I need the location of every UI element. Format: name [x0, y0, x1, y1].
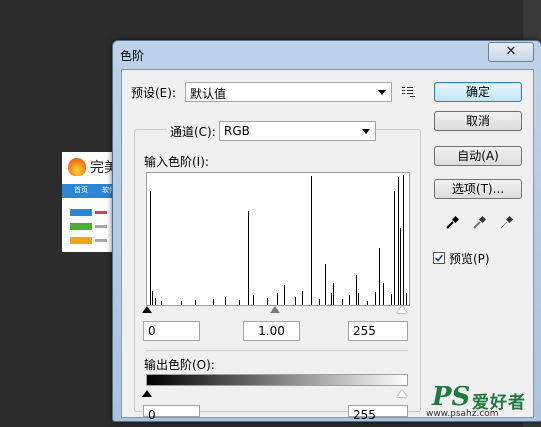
levels-dialog: 色阶 ✕ 预设(E): 默认值 确定 取消 自动(A) 选项(T)... 预览(…: [112, 40, 541, 422]
input-levels-label: 输入色阶(I):: [144, 155, 209, 169]
channel-select[interactable]: RGB: [219, 121, 376, 141]
ok-button[interactable]: 确定: [434, 82, 522, 102]
channel-value: RGB: [224, 124, 250, 138]
histogram-graph: [150, 175, 407, 305]
dialog-client-area: 预设(E): 默认值 确定 取消 自动(A) 选项(T)... 预览(P) 通道…: [121, 69, 534, 421]
options-button[interactable]: 选项(T)...: [434, 179, 522, 199]
background-tag: [70, 223, 92, 230]
preset-label: 预设(E):: [131, 86, 176, 100]
background-text-line: [95, 211, 107, 214]
background-nav-item: 首页: [74, 186, 88, 194]
output-black-value: 0: [148, 408, 156, 422]
watermark-ps: PS: [432, 382, 471, 412]
output-black-field[interactable]: 0: [143, 405, 200, 421]
chevron-down-icon: [362, 129, 370, 134]
black-point-eyedropper-icon[interactable]: [445, 214, 461, 230]
gray-point-eyedropper-icon[interactable]: [472, 214, 488, 230]
preset-select[interactable]: 默认值: [185, 82, 392, 102]
white-point-eyedropper-icon[interactable]: [499, 214, 515, 230]
input-black-field[interactable]: 0: [143, 321, 200, 341]
preset-value: 默认值: [190, 87, 227, 101]
output-white-value: 255: [353, 408, 376, 422]
output-levels-label: 输出色阶(O):: [144, 358, 215, 372]
auto-button[interactable]: 自动(A): [434, 146, 522, 166]
preset-options-menu-icon[interactable]: [402, 86, 416, 100]
input-gamma-field[interactable]: 1.00: [243, 321, 300, 341]
background-text-line: [95, 225, 107, 228]
output-black-slider[interactable]: [142, 390, 152, 397]
output-gradient-bar: [146, 374, 408, 386]
output-white-field[interactable]: 255: [348, 405, 408, 421]
dialog-title: 色阶: [120, 49, 145, 63]
levels-separator: [146, 350, 408, 351]
channel-label: 通道(C):: [167, 123, 219, 140]
flame-logo-icon: [68, 158, 86, 176]
background-tag: [70, 209, 92, 216]
preview-checkbox[interactable]: [433, 252, 445, 264]
chevron-down-icon: [378, 90, 386, 95]
checkmark-icon: [434, 254, 444, 262]
watermark-url: www.psahz.com: [426, 409, 499, 419]
watermark: PS 爱好者 www.psahz.com: [422, 382, 534, 422]
background-text-line: [95, 239, 107, 242]
input-white-slider[interactable]: [397, 306, 407, 313]
histogram: [146, 172, 410, 306]
close-icon: ✕: [505, 44, 517, 59]
preview-label: 预览(P): [449, 252, 490, 266]
output-white-slider[interactable]: [397, 390, 407, 397]
input-gamma-slider[interactable]: [270, 306, 280, 313]
input-white-field[interactable]: 255: [348, 321, 408, 341]
background-tag: [70, 237, 92, 244]
cancel-button[interactable]: 取消: [434, 111, 522, 131]
input-black-slider[interactable]: [142, 306, 152, 313]
close-button[interactable]: ✕: [488, 42, 534, 62]
